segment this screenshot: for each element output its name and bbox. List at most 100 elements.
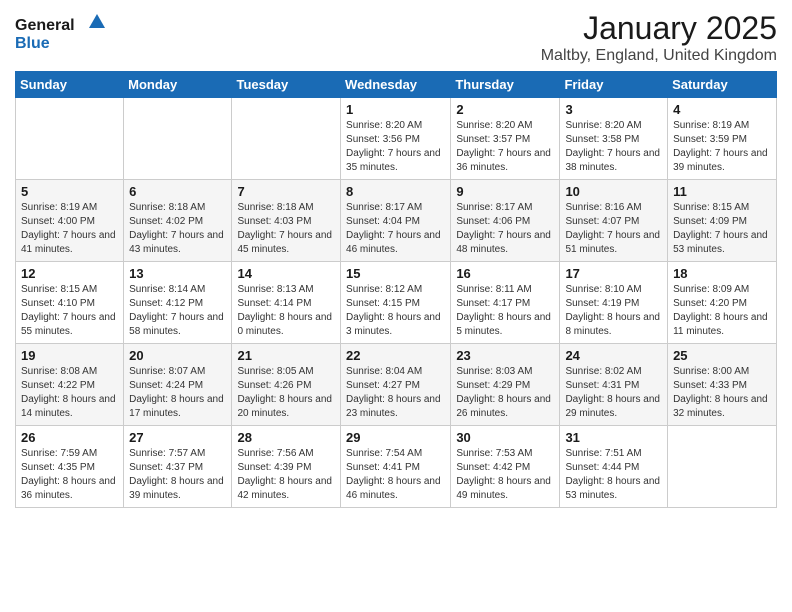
day-info: Sunrise: 7:56 AM Sunset: 4:39 PM Dayligh… bbox=[237, 447, 335, 503]
calendar-cell: 23 Sunrise: 8:03 AM Sunset: 4:29 PM Dayli… bbox=[451, 344, 560, 426]
day-info: Sunrise: 8:18 AM Sunset: 4:03 PM Dayligh… bbox=[237, 201, 335, 257]
day-number: 21 bbox=[237, 348, 335, 363]
day-number: 1 bbox=[346, 102, 445, 117]
title-block: January 2025 Maltby, England, United Kin… bbox=[541, 10, 777, 65]
calendar-cell: 15Sunrise: 8:12 AM Sunset: 4:15 PM Dayli… bbox=[341, 262, 451, 344]
calendar-cell: 28 Sunrise: 7:56 AM Sunset: 4:39 PM Dayli… bbox=[232, 426, 341, 508]
day-info: Sunrise: 7:54 AM Sunset: 4:41 PM Dayligh… bbox=[346, 447, 445, 503]
day-number: 13 bbox=[129, 266, 226, 281]
calendar-week-1: 1 Sunrise: 8:20 AM Sunset: 3:56 PM Daylig… bbox=[16, 98, 777, 180]
day-number: 19 bbox=[21, 348, 118, 363]
day-info: Sunrise: 8:12 AM Sunset: 4:15 PM Dayligh… bbox=[346, 283, 445, 339]
calendar-cell: 13 Sunrise: 8:14 AM Sunset: 4:12 PM Dayli… bbox=[124, 262, 232, 344]
calendar-cell bbox=[124, 98, 232, 180]
calendar-cell bbox=[16, 98, 124, 180]
calendar-cell: 22Sunrise: 8:04 AM Sunset: 4:27 PM Dayli… bbox=[341, 344, 451, 426]
calendar-week-3: 12Sunrise: 8:15 AM Sunset: 4:10 PM Dayli… bbox=[16, 262, 777, 344]
day-number: 11 bbox=[673, 184, 771, 199]
day-number: 4 bbox=[673, 102, 771, 117]
day-info: Sunrise: 8:09 AM Sunset: 4:20 PM Dayligh… bbox=[673, 283, 771, 339]
calendar-cell: 5Sunrise: 8:19 AM Sunset: 4:00 PM Daylig… bbox=[16, 180, 124, 262]
day-number: 10 bbox=[565, 184, 662, 199]
calendar-week-2: 5Sunrise: 8:19 AM Sunset: 4:00 PM Daylig… bbox=[16, 180, 777, 262]
day-info: Sunrise: 8:04 AM Sunset: 4:27 PM Dayligh… bbox=[346, 365, 445, 421]
day-number: 29 bbox=[346, 430, 445, 445]
calendar-cell: 6 Sunrise: 8:18 AM Sunset: 4:02 PM Daylig… bbox=[124, 180, 232, 262]
day-info: Sunrise: 8:05 AM Sunset: 4:26 PM Dayligh… bbox=[237, 365, 335, 421]
calendar-cell: 3 Sunrise: 8:20 AM Sunset: 3:58 PM Daylig… bbox=[560, 98, 668, 180]
calendar-cell: 19 Sunrise: 8:08 AM Sunset: 4:22 PM Dayli… bbox=[16, 344, 124, 426]
day-info: Sunrise: 8:07 AM Sunset: 4:24 PM Dayligh… bbox=[129, 365, 226, 421]
calendar-cell bbox=[232, 98, 341, 180]
day-info: Sunrise: 8:02 AM Sunset: 4:31 PM Dayligh… bbox=[565, 365, 662, 421]
day-info: Sunrise: 8:18 AM Sunset: 4:02 PM Dayligh… bbox=[129, 201, 226, 257]
day-info: Sunrise: 8:20 AM Sunset: 3:56 PM Dayligh… bbox=[346, 119, 445, 175]
day-number: 3 bbox=[565, 102, 662, 117]
day-info: Sunrise: 7:53 AM Sunset: 4:42 PM Dayligh… bbox=[456, 447, 554, 503]
calendar-cell: 1 Sunrise: 8:20 AM Sunset: 3:56 PM Daylig… bbox=[341, 98, 451, 180]
calendar-cell: 29 Sunrise: 7:54 AM Sunset: 4:41 PM Dayli… bbox=[341, 426, 451, 508]
calendar-cell: 2Sunrise: 8:20 AM Sunset: 3:57 PM Daylig… bbox=[451, 98, 560, 180]
calendar-cell: 12Sunrise: 8:15 AM Sunset: 4:10 PM Dayli… bbox=[16, 262, 124, 344]
day-info: Sunrise: 8:14 AM Sunset: 4:12 PM Dayligh… bbox=[129, 283, 226, 339]
calendar-cell: 14Sunrise: 8:13 AM Sunset: 4:14 PM Dayli… bbox=[232, 262, 341, 344]
day-info: Sunrise: 8:00 AM Sunset: 4:33 PM Dayligh… bbox=[673, 365, 771, 421]
day-number: 24 bbox=[565, 348, 662, 363]
col-tuesday: Tuesday bbox=[232, 72, 341, 98]
day-info: Sunrise: 8:03 AM Sunset: 4:29 PM Dayligh… bbox=[456, 365, 554, 421]
page-container: General Blue January 2025 Maltby, Englan… bbox=[0, 0, 792, 523]
calendar-cell: 16 Sunrise: 8:11 AM Sunset: 4:17 PM Dayli… bbox=[451, 262, 560, 344]
svg-text:Blue: Blue bbox=[15, 35, 50, 52]
day-number: 26 bbox=[21, 430, 118, 445]
day-number: 16 bbox=[456, 266, 554, 281]
col-thursday: Thursday bbox=[451, 72, 560, 98]
day-info: Sunrise: 8:15 AM Sunset: 4:10 PM Dayligh… bbox=[21, 283, 118, 339]
calendar-cell: 18Sunrise: 8:09 AM Sunset: 4:20 PM Dayli… bbox=[668, 262, 777, 344]
calendar-cell: 4Sunrise: 8:19 AM Sunset: 3:59 PM Daylig… bbox=[668, 98, 777, 180]
col-monday: Monday bbox=[124, 72, 232, 98]
day-info: Sunrise: 8:11 AM Sunset: 4:17 PM Dayligh… bbox=[456, 283, 554, 339]
calendar-cell: 11 Sunrise: 8:15 AM Sunset: 4:09 PM Dayli… bbox=[668, 180, 777, 262]
logo: General Blue bbox=[15, 10, 105, 55]
day-number: 8 bbox=[346, 184, 445, 199]
col-friday: Friday bbox=[560, 72, 668, 98]
calendar-cell: 25 Sunrise: 8:00 AM Sunset: 4:33 PM Dayli… bbox=[668, 344, 777, 426]
day-number: 23 bbox=[456, 348, 554, 363]
calendar-cell bbox=[668, 426, 777, 508]
logo-svg: General Blue bbox=[15, 10, 105, 55]
calendar-cell: 17 Sunrise: 8:10 AM Sunset: 4:19 PM Dayli… bbox=[560, 262, 668, 344]
day-number: 31 bbox=[565, 430, 662, 445]
day-number: 6 bbox=[129, 184, 226, 199]
day-info: Sunrise: 8:20 AM Sunset: 3:58 PM Dayligh… bbox=[565, 119, 662, 175]
col-saturday: Saturday bbox=[668, 72, 777, 98]
day-number: 27 bbox=[129, 430, 226, 445]
day-info: Sunrise: 8:16 AM Sunset: 4:07 PM Dayligh… bbox=[565, 201, 662, 257]
day-number: 28 bbox=[237, 430, 335, 445]
col-wednesday: Wednesday bbox=[341, 72, 451, 98]
day-number: 25 bbox=[673, 348, 771, 363]
day-info: Sunrise: 7:51 AM Sunset: 4:44 PM Dayligh… bbox=[565, 447, 662, 503]
calendar-cell: 27 Sunrise: 7:57 AM Sunset: 4:37 PM Dayli… bbox=[124, 426, 232, 508]
day-number: 7 bbox=[237, 184, 335, 199]
svg-text:General: General bbox=[15, 17, 75, 34]
day-number: 9 bbox=[456, 184, 554, 199]
day-info: Sunrise: 8:15 AM Sunset: 4:09 PM Dayligh… bbox=[673, 201, 771, 257]
header: General Blue January 2025 Maltby, Englan… bbox=[15, 10, 777, 65]
calendar-cell: 20 Sunrise: 8:07 AM Sunset: 4:24 PM Dayli… bbox=[124, 344, 232, 426]
calendar-cell: 24 Sunrise: 8:02 AM Sunset: 4:31 PM Dayli… bbox=[560, 344, 668, 426]
day-number: 17 bbox=[565, 266, 662, 281]
day-number: 30 bbox=[456, 430, 554, 445]
day-info: Sunrise: 8:17 AM Sunset: 4:04 PM Dayligh… bbox=[346, 201, 445, 257]
location: Maltby, England, United Kingdom bbox=[541, 47, 777, 65]
calendar-header-row: Sunday Monday Tuesday Wednesday Thursday… bbox=[16, 72, 777, 98]
day-info: Sunrise: 8:08 AM Sunset: 4:22 PM Dayligh… bbox=[21, 365, 118, 421]
calendar-cell: 30 Sunrise: 7:53 AM Sunset: 4:42 PM Dayli… bbox=[451, 426, 560, 508]
day-info: Sunrise: 8:10 AM Sunset: 4:19 PM Dayligh… bbox=[565, 283, 662, 339]
day-number: 20 bbox=[129, 348, 226, 363]
calendar-week-4: 19 Sunrise: 8:08 AM Sunset: 4:22 PM Dayli… bbox=[16, 344, 777, 426]
day-number: 2 bbox=[456, 102, 554, 117]
calendar-week-5: 26Sunrise: 7:59 AM Sunset: 4:35 PM Dayli… bbox=[16, 426, 777, 508]
day-number: 14 bbox=[237, 266, 335, 281]
month-title: January 2025 bbox=[541, 10, 777, 47]
day-info: Sunrise: 7:57 AM Sunset: 4:37 PM Dayligh… bbox=[129, 447, 226, 503]
